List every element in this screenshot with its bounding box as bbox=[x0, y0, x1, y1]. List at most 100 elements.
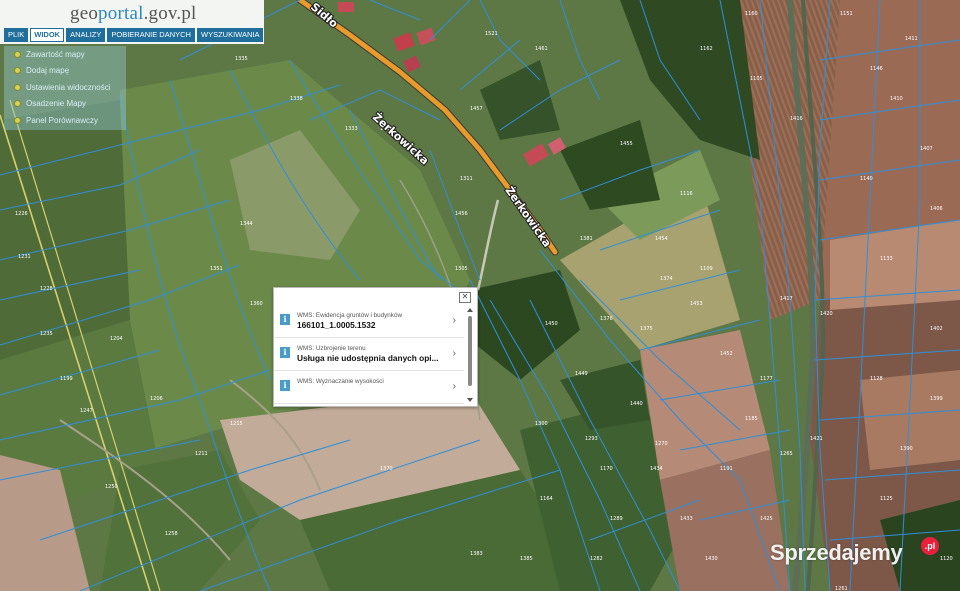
popup-row-wysokosci[interactable]: i WMS: Wyznaczanie wysokości › bbox=[274, 371, 464, 404]
row-title: WMS: Wyznaczanie wysokości bbox=[297, 378, 384, 385]
chevron-right-icon: › bbox=[452, 315, 456, 326]
menu-plik[interactable]: PLIK bbox=[4, 28, 29, 42]
parcel-number-label: 1133 bbox=[880, 256, 893, 262]
parcel-number-label: 1335 bbox=[235, 56, 248, 62]
side-item-label: Osadzenie Mapy bbox=[26, 99, 87, 109]
parcel-number-label: 1211 bbox=[195, 451, 208, 457]
parcel-number-label: 1226 bbox=[15, 211, 28, 217]
parcel-number-label: 1417 bbox=[780, 296, 793, 302]
geoportal-logo[interactable]: geoportal.gov.pl bbox=[70, 3, 197, 25]
parcel-number-label: 1164 bbox=[540, 496, 553, 502]
parcel-number-label: 1381 bbox=[580, 236, 593, 242]
side-item-label: Panel Porównawczy bbox=[26, 115, 99, 125]
parcel-number-label: 1360 bbox=[250, 301, 263, 307]
parcel-number-label: 1311 bbox=[460, 176, 473, 182]
menu-analizy[interactable]: ANALIZY bbox=[66, 28, 106, 42]
parcel-number-label: 1191 bbox=[720, 466, 733, 472]
popup-scrollbar[interactable] bbox=[467, 308, 473, 402]
scroll-thumb[interactable] bbox=[468, 316, 472, 386]
row-title: WMS: Ewidencja gruntów i budynków bbox=[297, 312, 402, 319]
compare-icon bbox=[14, 116, 21, 124]
parcel-number-label: 1402 bbox=[930, 326, 943, 332]
parcel-number-label: 1410 bbox=[890, 96, 903, 102]
menu-wyszukiwania[interactable]: WYSZUKIWANIA bbox=[196, 28, 264, 42]
parcel-number-label: 1344 bbox=[240, 221, 253, 227]
parcel-number-label: 1434 bbox=[650, 466, 663, 472]
close-icon[interactable]: ✕ bbox=[459, 292, 471, 303]
side-item-label: Ustawienia widoczności bbox=[26, 82, 111, 92]
feature-info-popup: ✕ i WMS: Ewidencja gruntów i budynków 16… bbox=[273, 287, 478, 407]
parcel-number-label: 1370 bbox=[380, 466, 393, 472]
parcel-number-label: 1385 bbox=[520, 556, 533, 562]
orthophoto-map[interactable]: 1521 1461 1457 1456 1455 1454 1453 1452 1450 1449… bbox=[0, 0, 960, 591]
parcel-number-label: 1261 bbox=[835, 586, 848, 591]
parcel-number-label: 1282 bbox=[590, 556, 603, 562]
info-icon: i bbox=[280, 347, 290, 358]
side-item-dodaj-mape[interactable]: Dodaj mapę bbox=[4, 63, 126, 80]
parcel-number-label: 1390 bbox=[900, 446, 913, 452]
parcel-number-label: 1289 bbox=[610, 516, 623, 522]
parcel-number-label: 1406 bbox=[930, 206, 943, 212]
parcel-number-label: 1411 bbox=[905, 36, 918, 42]
parcel-number-label: 1231 bbox=[18, 254, 31, 260]
parcel-number-label: 1247 bbox=[80, 408, 93, 414]
parcel-number-label: 1416 bbox=[790, 116, 803, 122]
parcel-number-label: 1116 bbox=[680, 191, 693, 197]
map-viewer[interactable]: 1521 1461 1457 1456 1455 1454 1453 1452 1450 1449… bbox=[0, 0, 960, 591]
info-icon: i bbox=[280, 314, 290, 325]
parcel-number-label: 1375 bbox=[640, 326, 653, 332]
parcel-number-label: 1376 bbox=[600, 316, 613, 322]
parcel-number-label: 1199 bbox=[60, 376, 73, 382]
parcel-number-label: 1455 bbox=[620, 141, 633, 147]
parcel-number-label: 1215 bbox=[230, 421, 243, 427]
parcel-number-label: 1109 bbox=[700, 266, 713, 272]
main-menu: PLIK WIDOK ANALIZY POBIERANIE DANYCH WYS… bbox=[4, 28, 264, 42]
parcel-number-label: 1177 bbox=[760, 376, 773, 382]
parcel-number-label: 1450 bbox=[545, 321, 558, 327]
parcel-number-label: 1453 bbox=[690, 301, 703, 307]
layers-icon bbox=[14, 50, 21, 58]
menu-widok[interactable]: WIDOK bbox=[30, 28, 65, 42]
parcel-number-label: 1146 bbox=[870, 66, 883, 72]
logo-text-part1: geo bbox=[70, 3, 99, 24]
row-value: 166101_1.0005.1532 bbox=[297, 320, 376, 330]
parcel-number-label: 1206 bbox=[150, 396, 163, 402]
parcel-number-label: 1461 bbox=[535, 46, 548, 52]
parcel-number-label: 1457 bbox=[470, 106, 483, 112]
parcel-number-label: 1140 bbox=[860, 176, 873, 182]
parcel-number-label: 1151 bbox=[840, 11, 853, 17]
parcel-number-label: 1333 bbox=[345, 126, 358, 132]
parcel-number-label: 1228 bbox=[40, 286, 53, 292]
header-panel: geoportal.gov.pl PLIK WIDOK ANALIZY POBI… bbox=[0, 0, 264, 44]
parcel-number-label: 1421 bbox=[810, 436, 823, 442]
parcel-number-label: 1105 bbox=[750, 76, 763, 82]
side-item-panel-porownawczy[interactable]: Panel Porównawczy bbox=[4, 112, 126, 129]
scroll-up-icon[interactable] bbox=[467, 308, 473, 312]
add-map-icon bbox=[14, 67, 21, 75]
parcel-number-label: 1162 bbox=[700, 46, 713, 52]
parcel-number-label: 1407 bbox=[920, 146, 933, 152]
side-item-osadzenie-mapy[interactable]: Osadzenie Mapy bbox=[4, 96, 126, 113]
popup-row-uzbrojenie[interactable]: i WMS: Uzbrojenie terenu Usługa nie udos… bbox=[274, 338, 464, 371]
parcel-number-label: 1383 bbox=[470, 551, 483, 557]
chevron-right-icon: › bbox=[452, 348, 456, 359]
side-item-ustawienia-widocznosci[interactable]: Ustawienia widoczności bbox=[4, 79, 126, 96]
side-item-zawartosc-mapy[interactable]: Zawartość mapy bbox=[4, 46, 126, 63]
parcel-number-label: 1454 bbox=[655, 236, 668, 242]
parcel-number-label: 1425 bbox=[760, 516, 773, 522]
parcel-number-label: 1270 bbox=[655, 441, 668, 447]
parcel-number-label: 1456 bbox=[455, 211, 468, 217]
parcel-number-label: 1338 bbox=[290, 96, 303, 102]
popup-row-ewidencja[interactable]: i WMS: Ewidencja gruntów i budynków 1661… bbox=[274, 305, 464, 338]
parcel-number-label: 1265 bbox=[780, 451, 793, 457]
parcel-number-label: 1305 bbox=[455, 266, 468, 272]
parcel-number-label: 1521 bbox=[485, 31, 498, 37]
chevron-right-icon: › bbox=[452, 381, 456, 392]
parcel-number-label: 1374 bbox=[660, 276, 673, 282]
info-icon: i bbox=[280, 380, 290, 391]
watermark-badge: .pl bbox=[921, 537, 939, 555]
embed-icon bbox=[14, 100, 21, 108]
menu-pobieranie-danych[interactable]: POBIERANIE DANYCH bbox=[107, 28, 195, 42]
visibility-icon bbox=[14, 83, 21, 91]
scroll-down-icon[interactable] bbox=[467, 398, 473, 402]
